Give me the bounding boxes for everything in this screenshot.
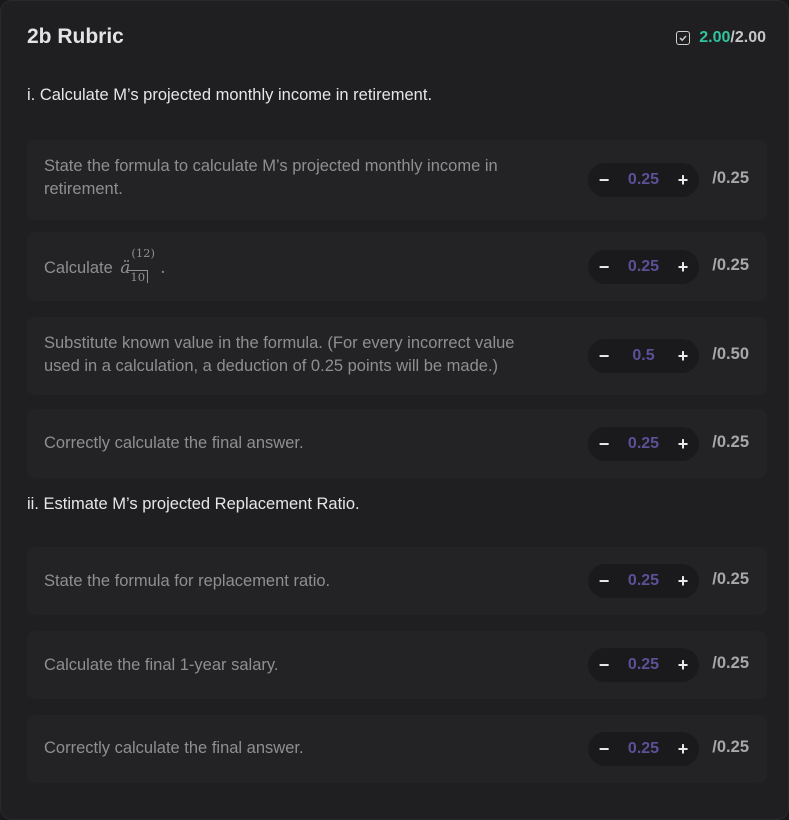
rubric-title: 2b Rubric [27,25,124,48]
score-stepper: − 0.25 + [588,648,699,682]
math-subscript: 10 [128,270,149,283]
criterion-card: Calculate ä (12) 10. − 0.25 + /0.25 [27,232,767,301]
decrement-button[interactable]: − [598,258,610,276]
criterion-max-score: /0.25 [712,570,749,588]
criterion-label: Calculate [44,259,118,277]
decrement-button[interactable]: − [598,347,610,365]
criterion-card: Correctly calculate the final answer. − … [27,715,767,783]
score-value[interactable]: 0.25 [628,656,659,674]
criterion-max-score: /0.25 [712,738,749,756]
criterion-text: Calculate ä (12) 10. [44,246,534,283]
decrement-button[interactable]: − [598,435,610,453]
increment-button[interactable]: + [677,656,689,674]
checkbox-icon[interactable] [676,31,691,45]
section-title-ii: ii. Estimate M’s projected Replacement R… [27,495,360,513]
criterion-max-score: /0.25 [712,654,749,672]
criterion-text: State the formula to calculate M’s proje… [44,157,498,198]
criterion-card: State the formula to calculate M’s proje… [27,140,767,220]
increment-button[interactable]: + [677,740,689,758]
annuity-symbol: ä (12) 10. [120,246,166,283]
score-stepper: − 0.25 + [588,427,699,461]
decrement-button[interactable]: − [598,740,610,758]
increment-button[interactable]: + [677,572,689,590]
score-stepper: − 0.5 + [588,339,699,373]
criterion-max-score: /0.25 [712,169,749,187]
math-superscript: (12) [131,246,155,260]
score-max: /2.00 [730,29,766,46]
increment-button[interactable]: + [677,435,689,453]
total-score: 2.00 /2.00 [676,29,766,47]
criterion-card: Correctly calculate the final answer. − … [27,409,767,478]
criterion-max-score: /0.50 [712,345,749,363]
criterion-card: Substitute known value in the formula. (… [27,317,767,395]
score-stepper: − 0.25 + [588,732,699,766]
criterion-card: State the formula for replacement ratio.… [27,547,767,615]
criterion-text: Correctly calculate the final answer. [44,739,304,757]
increment-button[interactable]: + [677,171,689,189]
score-stepper: − 0.25 + [588,250,699,284]
score-stepper: − 0.25 + [588,163,699,197]
increment-button[interactable]: + [677,258,689,276]
score-stepper: − 0.25 + [588,564,699,598]
score-earned: 2.00 [699,29,731,46]
score-value[interactable]: 0.25 [628,171,659,189]
criterion-max-score: /0.25 [712,256,749,274]
score-value[interactable]: 0.25 [628,435,659,453]
decrement-button[interactable]: − [598,572,610,590]
criterion-text: State the formula for replacement ratio. [44,572,331,590]
criterion-text: Substitute known value in the formula. (… [44,334,515,375]
criterion-text: Calculate the final 1-year salary. [44,656,279,674]
criterion-card: Calculate the final 1-year salary. − 0.2… [27,631,767,699]
rubric-panel: 2b Rubric 2.00 /2.00 i. Calculate M’s pr… [0,0,789,820]
decrement-button[interactable]: − [598,171,610,189]
increment-button[interactable]: + [677,347,689,365]
score-value[interactable]: 0.25 [628,740,659,758]
decrement-button[interactable]: − [598,656,610,674]
math-period: . [160,258,166,277]
score-value[interactable]: 0.5 [632,347,654,365]
score-value[interactable]: 0.25 [628,572,659,590]
criterion-text: Correctly calculate the final answer. [44,434,304,452]
section-title-i: i. Calculate M’s projected monthly incom… [27,86,433,104]
score-value[interactable]: 0.25 [628,258,659,276]
criterion-max-score: /0.25 [712,433,749,451]
